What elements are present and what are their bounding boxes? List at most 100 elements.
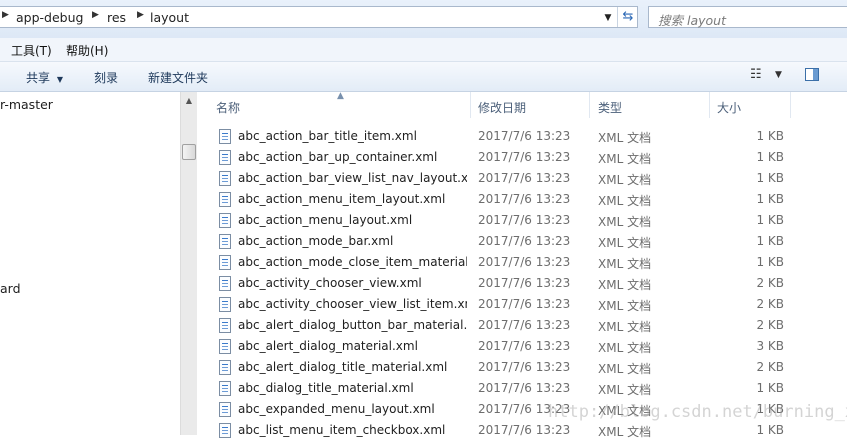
menu-bar: 工具(T) 帮助(H) [0, 38, 847, 62]
file-name: abc_activity_chooser_view.xml [238, 276, 422, 290]
column-divider[interactable] [589, 92, 590, 118]
xml-file-icon [219, 318, 231, 333]
breadcrumb-layout[interactable]: layout [150, 10, 189, 25]
file-size: 1 KB [756, 171, 784, 185]
file-name: abc_alert_dialog_button_bar_material.... [238, 318, 467, 332]
command-toolbar: 共享 ▼ 刻录 新建文件夹 ☷ ▼ [0, 62, 847, 92]
file-date: 2017/7/6 13:23 [478, 234, 571, 248]
xml-file-icon [219, 402, 231, 417]
column-header-size[interactable]: 大小 [717, 99, 741, 116]
file-size: 1 KB [756, 234, 784, 248]
search-input[interactable]: 搜索 layout [648, 6, 847, 28]
file-row[interactable]: abc_alert_dialog_button_bar_material....… [197, 315, 847, 336]
xml-file-icon [219, 150, 231, 165]
file-type: XML 文档 [598, 425, 652, 439]
file-type: XML 文档 [598, 278, 652, 292]
file-size: 1 KB [756, 129, 784, 143]
preview-pane-icon[interactable] [805, 68, 819, 81]
refresh-icon[interactable]: ⇆ [617, 7, 638, 27]
file-date: 2017/7/6 13:23 [478, 150, 571, 164]
file-name: abc_expanded_menu_layout.xml [238, 402, 435, 416]
file-name: abc_activity_chooser_view_list_item.xml [238, 297, 467, 311]
file-name: abc_alert_dialog_material.xml [238, 339, 418, 353]
file-type: XML 文档 [598, 215, 652, 229]
xml-file-icon [219, 213, 231, 228]
file-date: 2017/7/6 13:23 [478, 318, 571, 332]
file-date: 2017/7/6 13:23 [478, 339, 571, 353]
xml-file-icon [219, 423, 231, 438]
file-name: abc_action_bar_title_item.xml [238, 129, 417, 143]
view-dropdown-icon[interactable]: ▼ [775, 70, 782, 80]
xml-file-icon [219, 255, 231, 270]
nav-item-ard[interactable]: ard [0, 281, 21, 296]
new-folder-button[interactable]: 新建文件夹 [148, 69, 208, 86]
file-row[interactable]: abc_activity_chooser_view.xml 2017/7/6 13… [197, 273, 847, 294]
file-row[interactable]: abc_alert_dialog_title_material.xml 2017/… [197, 357, 847, 378]
file-name: abc_action_menu_layout.xml [238, 213, 413, 227]
file-row[interactable]: abc_action_mode_bar.xml 2017/7/6 13:23 XML… [197, 231, 847, 252]
file-size: 2 KB [756, 360, 784, 374]
xml-file-icon [219, 360, 231, 375]
breadcrumb-arrow-icon[interactable]: ▶ [2, 10, 9, 20]
column-divider[interactable] [470, 92, 471, 118]
breadcrumb-arrow-icon[interactable]: ▶ [137, 10, 144, 20]
xml-file-icon [219, 129, 231, 144]
file-type: XML 文档 [598, 299, 652, 313]
column-divider[interactable] [709, 92, 710, 118]
file-date: 2017/7/6 13:23 [478, 192, 571, 206]
breadcrumb-app-debug[interactable]: app-debug [16, 10, 83, 25]
navigation-pane: r-master ard [0, 92, 180, 435]
menu-tools[interactable]: 工具(T) [11, 42, 52, 59]
scroll-up-icon[interactable]: ▲ [181, 94, 197, 108]
nav-scrollbar[interactable]: ▲ [180, 92, 197, 435]
address-bar-row: ▶ app-debug ▶ res ▶ layout ▼ ⇆ 搜索 layout [0, 0, 847, 38]
file-name: abc_action_mode_bar.xml [238, 234, 394, 248]
file-name: abc_action_bar_view_list_nav_layout.xml [238, 171, 467, 185]
file-size: 1 KB [756, 150, 784, 164]
column-header-type[interactable]: 类型 [598, 99, 622, 116]
file-size: 1 KB [756, 213, 784, 227]
file-row[interactable]: abc_action_bar_view_list_nav_layout.xml 2… [197, 168, 847, 189]
file-date: 2017/7/6 13:23 [478, 360, 571, 374]
file-date: 2017/7/6 13:23 [478, 171, 571, 185]
xml-file-icon [219, 171, 231, 186]
file-row[interactable]: abc_alert_dialog_material.xml 2017/7/6 13… [197, 336, 847, 357]
file-name: abc_dialog_title_material.xml [238, 381, 414, 395]
file-row[interactable]: abc_dialog_title_material.xml 2017/7/6 13… [197, 378, 847, 399]
chevron-down-icon: ▼ [56, 75, 63, 84]
breadcrumb-arrow-icon[interactable]: ▶ [92, 10, 99, 20]
burn-button[interactable]: 刻录 [94, 69, 118, 86]
breadcrumb-res[interactable]: res [107, 10, 126, 25]
column-divider[interactable] [790, 92, 791, 118]
file-list-pane: ▲ 名称 修改日期 类型 大小 abc_action_bar_title_ite… [197, 91, 847, 439]
column-header-date[interactable]: 修改日期 [478, 99, 526, 116]
file-row[interactable]: abc_action_bar_up_container.xml 2017/7/6 … [197, 147, 847, 168]
menu-help[interactable]: 帮助(H) [66, 42, 108, 59]
nav-item-master[interactable]: r-master [0, 97, 53, 112]
column-header-name[interactable]: 名称 [216, 99, 240, 116]
scrollbar-thumb[interactable] [182, 144, 196, 160]
search-placeholder: 搜索 layout [658, 13, 726, 28]
file-type: XML 文档 [598, 341, 652, 355]
file-date: 2017/7/6 13:23 [478, 297, 571, 311]
address-bar[interactable]: ▶ app-debug ▶ res ▶ layout ▼ ⇆ [0, 6, 638, 28]
file-type: XML 文档 [598, 362, 652, 376]
view-options-icon[interactable]: ☷ [750, 67, 762, 82]
file-row[interactable]: abc_action_bar_title_item.xml 2017/7/6 13… [197, 126, 847, 147]
file-row[interactable]: abc_action_mode_close_item_material... 20… [197, 252, 847, 273]
share-button[interactable]: 共享 ▼ [26, 69, 63, 86]
file-size: 2 KB [756, 276, 784, 290]
file-size: 2 KB [756, 318, 784, 332]
file-type: XML 文档 [598, 152, 652, 166]
file-row[interactable]: abc_activity_chooser_view_list_item.xml 2… [197, 294, 847, 315]
file-row[interactable]: abc_action_menu_item_layout.xml 2017/7/6 … [197, 189, 847, 210]
file-row[interactable]: abc_action_menu_layout.xml 2017/7/6 13:23… [197, 210, 847, 231]
file-date: 2017/7/6 13:23 [478, 276, 571, 290]
file-row[interactable]: abc_list_menu_item_checkbox.xml 2017/7/6 … [197, 420, 847, 441]
watermark: http://blog.csdn.net/burning_xl [548, 402, 847, 422]
file-date: 2017/7/6 13:23 [478, 129, 571, 143]
address-dropdown-icon[interactable]: ▼ [601, 11, 615, 25]
xml-file-icon [219, 381, 231, 396]
file-type: XML 文档 [598, 194, 652, 208]
file-name: abc_alert_dialog_title_material.xml [238, 360, 448, 374]
